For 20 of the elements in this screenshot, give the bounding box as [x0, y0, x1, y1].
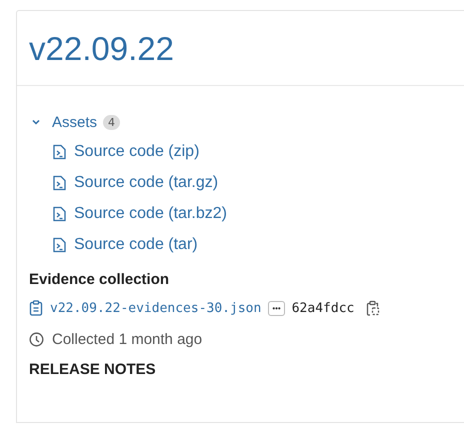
source-code-link[interactable]: Source code (zip)	[74, 142, 200, 160]
evidence-file-link[interactable]: v22.09.22-evidences-30.json	[50, 300, 262, 316]
source-code-link[interactable]: Source code (tar.bz2)	[74, 204, 227, 222]
file-code-icon	[53, 206, 66, 222]
file-code-icon	[53, 174, 66, 190]
collected-time: Collected 1 month ago	[52, 330, 202, 348]
source-code-link[interactable]: Source code (tar.gz)	[74, 174, 218, 192]
assets-count: 4	[103, 114, 120, 130]
copy-icon[interactable]	[366, 300, 380, 316]
source-code-link[interactable]: Source code (tar)	[74, 236, 198, 254]
release-notes-heading: RELEASE NOTES	[29, 360, 157, 380]
clipboard-icon	[29, 300, 43, 316]
assets-label[interactable]: Assets	[52, 114, 98, 130]
more-button[interactable]: •••	[268, 300, 285, 316]
clock-icon	[29, 332, 44, 346]
release-title[interactable]: v22.09.22	[29, 27, 452, 71]
evidence-heading: Evidence collection	[29, 270, 170, 290]
file-code-icon	[53, 236, 66, 252]
commit-sha: 62a4fdcc	[292, 300, 354, 316]
file-code-icon	[53, 144, 66, 160]
